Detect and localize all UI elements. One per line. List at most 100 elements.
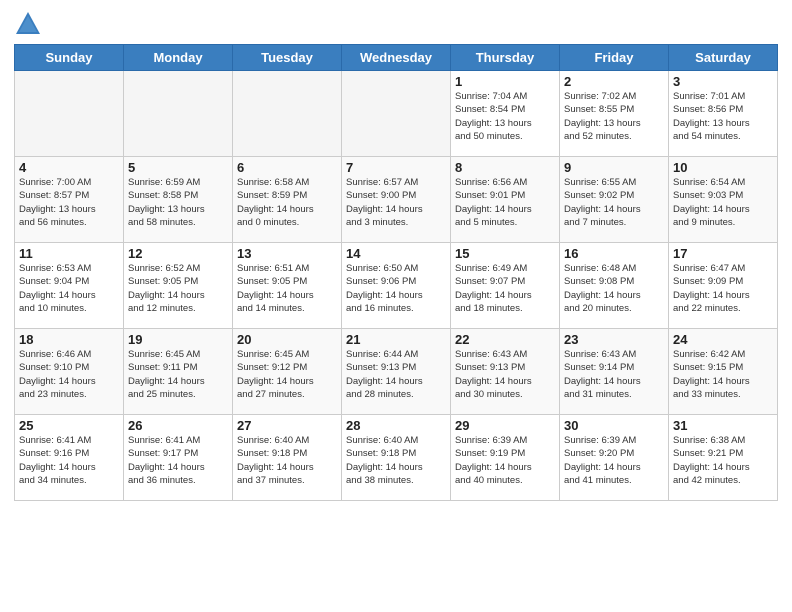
calendar: SundayMondayTuesdayWednesdayThursdayFrid… xyxy=(14,44,778,501)
day-number: 21 xyxy=(346,332,446,347)
day-cell: 14Sunrise: 6:50 AM Sunset: 9:06 PM Dayli… xyxy=(342,243,451,329)
day-info: Sunrise: 6:51 AM Sunset: 9:05 PM Dayligh… xyxy=(237,262,337,315)
day-info: Sunrise: 6:55 AM Sunset: 9:02 PM Dayligh… xyxy=(564,176,664,229)
day-cell: 18Sunrise: 6:46 AM Sunset: 9:10 PM Dayli… xyxy=(15,329,124,415)
day-number: 31 xyxy=(673,418,773,433)
day-info: Sunrise: 6:58 AM Sunset: 8:59 PM Dayligh… xyxy=(237,176,337,229)
day-info: Sunrise: 6:56 AM Sunset: 9:01 PM Dayligh… xyxy=(455,176,555,229)
day-cell: 25Sunrise: 6:41 AM Sunset: 9:16 PM Dayli… xyxy=(15,415,124,501)
day-cell: 8Sunrise: 6:56 AM Sunset: 9:01 PM Daylig… xyxy=(451,157,560,243)
logo xyxy=(14,10,46,38)
day-cell xyxy=(233,71,342,157)
weekday-header-friday: Friday xyxy=(560,45,669,71)
week-row-5: 25Sunrise: 6:41 AM Sunset: 9:16 PM Dayli… xyxy=(15,415,778,501)
week-row-3: 11Sunrise: 6:53 AM Sunset: 9:04 PM Dayli… xyxy=(15,243,778,329)
day-info: Sunrise: 6:40 AM Sunset: 9:18 PM Dayligh… xyxy=(346,434,446,487)
day-info: Sunrise: 6:42 AM Sunset: 9:15 PM Dayligh… xyxy=(673,348,773,401)
day-number: 6 xyxy=(237,160,337,175)
day-cell xyxy=(124,71,233,157)
day-info: Sunrise: 6:41 AM Sunset: 9:16 PM Dayligh… xyxy=(19,434,119,487)
day-cell: 27Sunrise: 6:40 AM Sunset: 9:18 PM Dayli… xyxy=(233,415,342,501)
day-number: 7 xyxy=(346,160,446,175)
day-number: 13 xyxy=(237,246,337,261)
day-info: Sunrise: 6:39 AM Sunset: 9:19 PM Dayligh… xyxy=(455,434,555,487)
day-number: 10 xyxy=(673,160,773,175)
day-cell: 20Sunrise: 6:45 AM Sunset: 9:12 PM Dayli… xyxy=(233,329,342,415)
day-cell: 31Sunrise: 6:38 AM Sunset: 9:21 PM Dayli… xyxy=(669,415,778,501)
day-number: 16 xyxy=(564,246,664,261)
day-number: 18 xyxy=(19,332,119,347)
week-row-4: 18Sunrise: 6:46 AM Sunset: 9:10 PM Dayli… xyxy=(15,329,778,415)
day-cell: 21Sunrise: 6:44 AM Sunset: 9:13 PM Dayli… xyxy=(342,329,451,415)
day-info: Sunrise: 6:46 AM Sunset: 9:10 PM Dayligh… xyxy=(19,348,119,401)
day-info: Sunrise: 7:00 AM Sunset: 8:57 PM Dayligh… xyxy=(19,176,119,229)
day-number: 29 xyxy=(455,418,555,433)
day-number: 8 xyxy=(455,160,555,175)
weekday-header-saturday: Saturday xyxy=(669,45,778,71)
day-number: 5 xyxy=(128,160,228,175)
day-cell: 17Sunrise: 6:47 AM Sunset: 9:09 PM Dayli… xyxy=(669,243,778,329)
day-cell: 1Sunrise: 7:04 AM Sunset: 8:54 PM Daylig… xyxy=(451,71,560,157)
day-info: Sunrise: 7:02 AM Sunset: 8:55 PM Dayligh… xyxy=(564,90,664,143)
day-cell: 23Sunrise: 6:43 AM Sunset: 9:14 PM Dayli… xyxy=(560,329,669,415)
day-number: 30 xyxy=(564,418,664,433)
day-number: 24 xyxy=(673,332,773,347)
day-cell: 9Sunrise: 6:55 AM Sunset: 9:02 PM Daylig… xyxy=(560,157,669,243)
day-cell: 2Sunrise: 7:02 AM Sunset: 8:55 PM Daylig… xyxy=(560,71,669,157)
day-number: 11 xyxy=(19,246,119,261)
weekday-header-thursday: Thursday xyxy=(451,45,560,71)
day-info: Sunrise: 6:48 AM Sunset: 9:08 PM Dayligh… xyxy=(564,262,664,315)
day-info: Sunrise: 6:52 AM Sunset: 9:05 PM Dayligh… xyxy=(128,262,228,315)
day-info: Sunrise: 6:50 AM Sunset: 9:06 PM Dayligh… xyxy=(346,262,446,315)
day-cell: 29Sunrise: 6:39 AM Sunset: 9:19 PM Dayli… xyxy=(451,415,560,501)
day-info: Sunrise: 6:40 AM Sunset: 9:18 PM Dayligh… xyxy=(237,434,337,487)
day-cell: 19Sunrise: 6:45 AM Sunset: 9:11 PM Dayli… xyxy=(124,329,233,415)
day-info: Sunrise: 6:45 AM Sunset: 9:11 PM Dayligh… xyxy=(128,348,228,401)
weekday-header-sunday: Sunday xyxy=(15,45,124,71)
day-number: 15 xyxy=(455,246,555,261)
day-number: 4 xyxy=(19,160,119,175)
day-info: Sunrise: 6:38 AM Sunset: 9:21 PM Dayligh… xyxy=(673,434,773,487)
day-info: Sunrise: 7:01 AM Sunset: 8:56 PM Dayligh… xyxy=(673,90,773,143)
day-cell xyxy=(15,71,124,157)
logo-icon xyxy=(14,10,42,38)
day-cell: 12Sunrise: 6:52 AM Sunset: 9:05 PM Dayli… xyxy=(124,243,233,329)
day-cell: 30Sunrise: 6:39 AM Sunset: 9:20 PM Dayli… xyxy=(560,415,669,501)
day-number: 1 xyxy=(455,74,555,89)
day-info: Sunrise: 6:57 AM Sunset: 9:00 PM Dayligh… xyxy=(346,176,446,229)
week-row-2: 4Sunrise: 7:00 AM Sunset: 8:57 PM Daylig… xyxy=(15,157,778,243)
day-cell: 15Sunrise: 6:49 AM Sunset: 9:07 PM Dayli… xyxy=(451,243,560,329)
day-cell: 10Sunrise: 6:54 AM Sunset: 9:03 PM Dayli… xyxy=(669,157,778,243)
day-cell: 5Sunrise: 6:59 AM Sunset: 8:58 PM Daylig… xyxy=(124,157,233,243)
day-info: Sunrise: 6:41 AM Sunset: 9:17 PM Dayligh… xyxy=(128,434,228,487)
day-cell xyxy=(342,71,451,157)
header xyxy=(14,10,778,38)
page: SundayMondayTuesdayWednesdayThursdayFrid… xyxy=(0,0,792,612)
weekday-header-tuesday: Tuesday xyxy=(233,45,342,71)
day-info: Sunrise: 6:49 AM Sunset: 9:07 PM Dayligh… xyxy=(455,262,555,315)
day-number: 23 xyxy=(564,332,664,347)
day-number: 2 xyxy=(564,74,664,89)
weekday-header-row: SundayMondayTuesdayWednesdayThursdayFrid… xyxy=(15,45,778,71)
day-info: Sunrise: 6:45 AM Sunset: 9:12 PM Dayligh… xyxy=(237,348,337,401)
day-info: Sunrise: 6:39 AM Sunset: 9:20 PM Dayligh… xyxy=(564,434,664,487)
day-info: Sunrise: 6:47 AM Sunset: 9:09 PM Dayligh… xyxy=(673,262,773,315)
day-info: Sunrise: 7:04 AM Sunset: 8:54 PM Dayligh… xyxy=(455,90,555,143)
day-number: 9 xyxy=(564,160,664,175)
day-number: 22 xyxy=(455,332,555,347)
day-number: 14 xyxy=(346,246,446,261)
day-number: 17 xyxy=(673,246,773,261)
weekday-header-wednesday: Wednesday xyxy=(342,45,451,71)
day-info: Sunrise: 6:43 AM Sunset: 9:13 PM Dayligh… xyxy=(455,348,555,401)
day-number: 25 xyxy=(19,418,119,433)
day-cell: 22Sunrise: 6:43 AM Sunset: 9:13 PM Dayli… xyxy=(451,329,560,415)
day-info: Sunrise: 6:59 AM Sunset: 8:58 PM Dayligh… xyxy=(128,176,228,229)
day-cell: 4Sunrise: 7:00 AM Sunset: 8:57 PM Daylig… xyxy=(15,157,124,243)
day-cell: 3Sunrise: 7:01 AM Sunset: 8:56 PM Daylig… xyxy=(669,71,778,157)
day-number: 26 xyxy=(128,418,228,433)
day-cell: 16Sunrise: 6:48 AM Sunset: 9:08 PM Dayli… xyxy=(560,243,669,329)
day-info: Sunrise: 6:43 AM Sunset: 9:14 PM Dayligh… xyxy=(564,348,664,401)
day-cell: 11Sunrise: 6:53 AM Sunset: 9:04 PM Dayli… xyxy=(15,243,124,329)
day-number: 3 xyxy=(673,74,773,89)
day-info: Sunrise: 6:54 AM Sunset: 9:03 PM Dayligh… xyxy=(673,176,773,229)
